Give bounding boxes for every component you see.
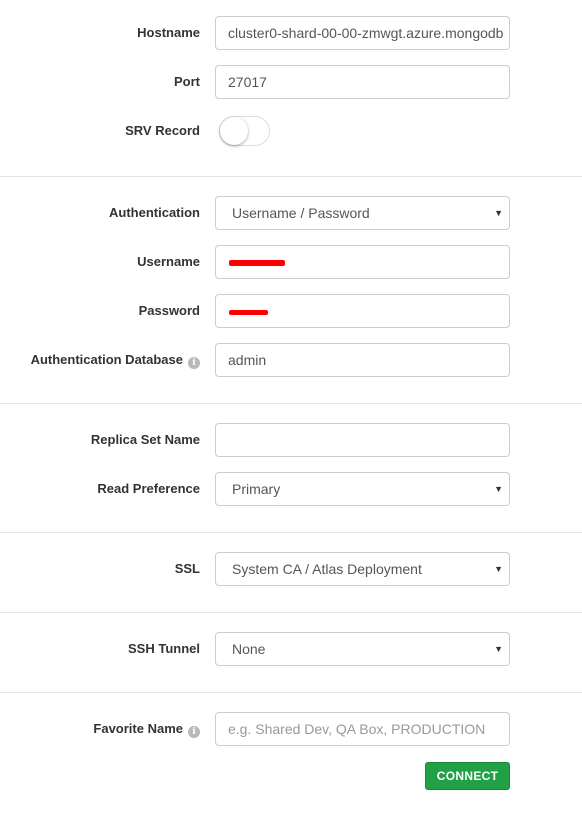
info-icon[interactable]: i: [188, 726, 200, 738]
ssh-tunnel-label: SSH Tunnel: [128, 641, 200, 656]
caret-down-icon: ▼: [494, 484, 503, 494]
favorite-name-label: Favorite Name i: [93, 712, 200, 746]
read-preference-selected-value: Primary: [232, 481, 281, 497]
hostname-row: Hostname cluster0-shard-00-00-zmwgt.azur…: [0, 16, 582, 50]
password-redaction-mark: [229, 310, 268, 315]
toggle-knob: [220, 117, 248, 145]
srv-record-row: SRV Record: [0, 114, 582, 148]
ssh-tunnel-selected-value: None: [232, 641, 266, 657]
ssl-row: SSL System CA / Atlas Deployment ▼: [0, 552, 582, 586]
username-label: Username: [137, 254, 200, 269]
authentication-selected-value: Username / Password: [232, 205, 370, 221]
read-preference-row: Read Preference Primary ▼: [0, 472, 582, 506]
port-input[interactable]: 27017: [215, 65, 510, 99]
ssl-select[interactable]: System CA / Atlas Deployment ▼: [215, 552, 510, 586]
port-label: Port: [174, 74, 200, 89]
section-divider: [0, 532, 582, 533]
password-row: Password: [0, 294, 582, 328]
caret-down-icon: ▼: [494, 644, 503, 654]
read-preference-label: Read Preference: [97, 481, 200, 496]
replica-set-input[interactable]: [215, 423, 510, 457]
connect-button[interactable]: CONNECT: [425, 762, 510, 790]
srv-record-label: SRV Record: [125, 123, 200, 138]
auth-database-row: Authentication Database i admin: [0, 343, 582, 377]
caret-down-icon: ▼: [494, 564, 503, 574]
favorite-name-row: Favorite Name i: [0, 712, 582, 746]
section-divider: [0, 176, 582, 177]
info-icon[interactable]: i: [188, 357, 200, 369]
section-divider: [0, 612, 582, 613]
auth-database-input[interactable]: admin: [215, 343, 510, 377]
ssh-tunnel-select[interactable]: None ▼: [215, 632, 510, 666]
hostname-input[interactable]: cluster0-shard-00-00-zmwgt.azure.mongodb: [215, 16, 510, 50]
favorite-name-input[interactable]: [215, 712, 510, 746]
ssh-tunnel-row: SSH Tunnel None ▼: [0, 632, 582, 666]
srv-record-toggle[interactable]: [219, 116, 270, 146]
password-input[interactable]: [215, 294, 510, 328]
caret-down-icon: ▼: [494, 208, 503, 218]
section-divider: [0, 692, 582, 693]
authentication-row: Authentication Username / Password ▼: [0, 196, 582, 230]
auth-database-label: Authentication Database i: [31, 343, 200, 377]
ssl-selected-value: System CA / Atlas Deployment: [232, 561, 422, 577]
favorite-name-label-text: Favorite Name: [93, 721, 183, 736]
username-input[interactable]: [215, 245, 510, 279]
authentication-select[interactable]: Username / Password ▼: [215, 196, 510, 230]
replica-set-row: Replica Set Name: [0, 423, 582, 457]
password-label: Password: [138, 303, 200, 318]
port-row: Port 27017: [0, 65, 582, 99]
ssl-label: SSL: [174, 561, 200, 576]
read-preference-select[interactable]: Primary ▼: [215, 472, 510, 506]
username-row: Username: [0, 245, 582, 279]
authentication-label: Authentication: [109, 205, 200, 220]
auth-database-label-text: Authentication Database: [30, 352, 183, 367]
hostname-label: Hostname: [137, 25, 200, 40]
replica-set-label: Replica Set Name: [90, 432, 200, 447]
username-redaction-mark: [229, 260, 285, 266]
section-divider: [0, 403, 582, 404]
